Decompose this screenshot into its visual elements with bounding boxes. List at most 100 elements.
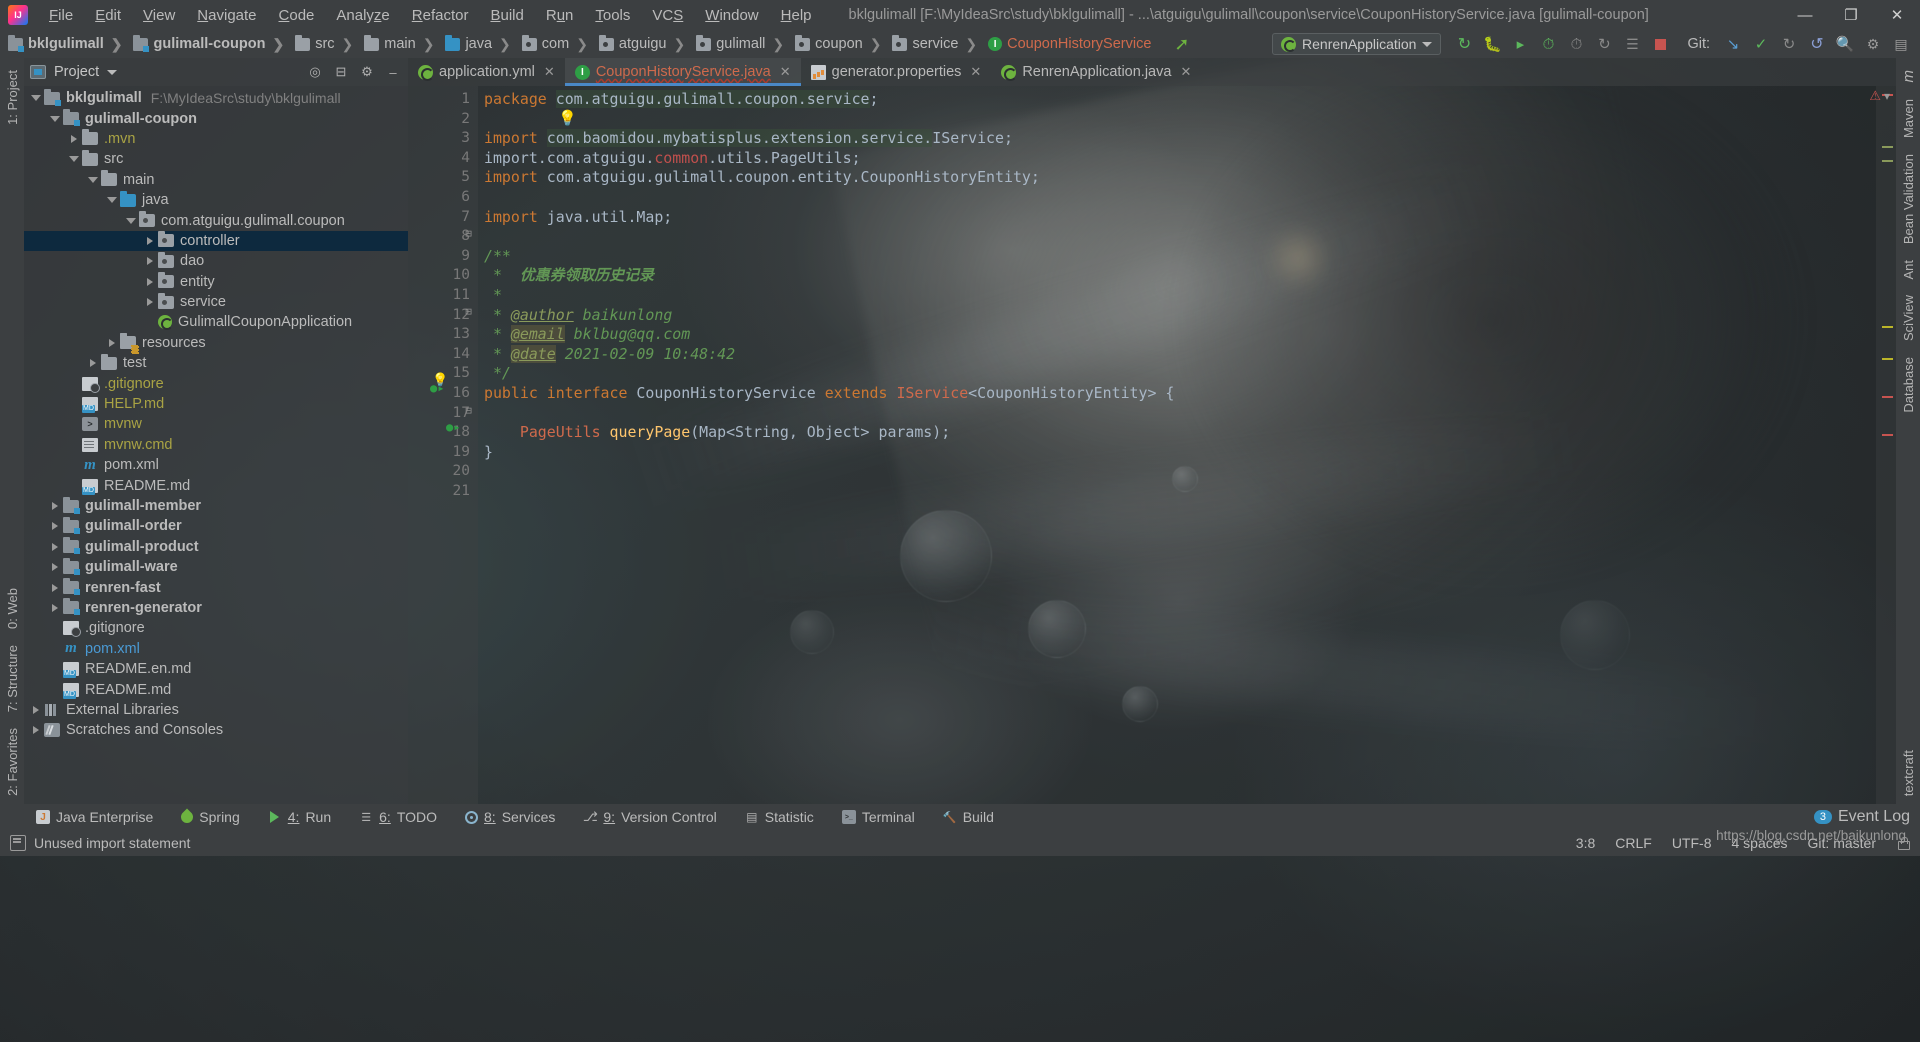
- warning-marker[interactable]: [1882, 160, 1893, 162]
- chevron-right-icon[interactable]: [28, 705, 44, 714]
- tree-item-pom-xml[interactable]: pom.xml: [24, 455, 408, 475]
- chevron-right-icon[interactable]: [142, 236, 158, 245]
- tree-item-test[interactable]: test: [24, 353, 408, 373]
- editor-tab-couponhistoryservice-java[interactable]: CouponHistoryService.java ✕: [564, 58, 801, 86]
- tree-item-renren-generator[interactable]: renren-generator: [24, 598, 408, 618]
- implementation-marker-icon[interactable]: ●▸: [430, 381, 444, 395]
- profiler-icon[interactable]: ⏱: [1535, 32, 1561, 56]
- tool-button-bean-validation[interactable]: Bean Validation: [1901, 146, 1916, 252]
- run-with-coverage-icon[interactable]: ▸: [1507, 32, 1533, 56]
- tree-item-gulimall-coupon[interactable]: gulimall-coupon: [24, 108, 408, 128]
- undo-icon[interactable]: ↺: [1804, 32, 1830, 56]
- bottom-tab-services[interactable]: 8: Services: [451, 804, 569, 830]
- chevron-right-icon[interactable]: [142, 298, 158, 307]
- update-project-icon[interactable]: ↻: [1591, 32, 1617, 56]
- caret-position[interactable]: 3:8: [1576, 835, 1595, 851]
- menu-edit[interactable]: Edit: [84, 3, 132, 28]
- chevron-right-icon[interactable]: [47, 502, 63, 510]
- chevron-right-icon[interactable]: [104, 338, 120, 347]
- bottom-tab-spring[interactable]: Spring: [167, 804, 253, 830]
- project-structure-icon[interactable]: ▤: [1888, 32, 1914, 56]
- stop-icon[interactable]: [1647, 32, 1673, 56]
- chevron-right-icon[interactable]: [47, 522, 63, 531]
- menu-build[interactable]: Build: [479, 3, 534, 28]
- tree-item-help-md[interactable]: HELP.md: [24, 394, 408, 414]
- menu-window[interactable]: Window: [694, 3, 769, 28]
- warning-marker[interactable]: [1882, 146, 1893, 148]
- menu-tools[interactable]: Tools: [584, 3, 641, 28]
- tree-item-readme-md[interactable]: README.md: [24, 679, 408, 699]
- tool-button-maven-icon[interactable]: m: [1900, 62, 1917, 91]
- tree-item-renren-fast[interactable]: renren-fast: [24, 577, 408, 597]
- close-icon[interactable]: ✕: [1180, 64, 1191, 80]
- tree-item-mvn[interactable]: .mvn: [24, 129, 408, 149]
- bottom-tab-terminal[interactable]: Terminal: [828, 804, 929, 830]
- editor-gutter[interactable]: 1 2 3 4 5 6 7 8 9 10 11 12 13 14 15 16 17 18 19 20 21 ⊟ ⊟ ⊟ 💡 ●▸ ●…: [408, 86, 478, 804]
- event-log-button[interactable]: Event Log: [1838, 808, 1910, 826]
- chevron-down-icon[interactable]: [47, 115, 63, 122]
- maximize-button[interactable]: ❐: [1828, 0, 1874, 30]
- tree-item-gulimallcouponapplication[interactable]: GulimallCouponApplication: [24, 312, 408, 332]
- tool-button-ant[interactable]: Ant: [1901, 252, 1916, 288]
- tree-item-gitignore[interactable]: .gitignore: [24, 373, 408, 393]
- bottom-tab-statistic[interactable]: Statistic: [731, 804, 828, 830]
- menu-refactor[interactable]: Refactor: [401, 3, 480, 28]
- bottom-tab-version-control[interactable]: 9: Version Control: [569, 804, 730, 830]
- tree-item-readme-md[interactable]: README.md: [24, 475, 408, 495]
- error-marker[interactable]: [1882, 434, 1893, 436]
- chevron-down-icon[interactable]: [66, 156, 82, 163]
- breadcrumb-java[interactable]: java ❯: [441, 34, 517, 55]
- tree-item-external-libraries[interactable]: External Libraries: [24, 700, 408, 720]
- attach-process-icon[interactable]: ⏱: [1563, 32, 1589, 56]
- settings-icon[interactable]: ⚙: [1860, 32, 1886, 56]
- bottom-tab-run[interactable]: 4: Run: [254, 804, 345, 830]
- breadcrumb-main[interactable]: main ❯: [360, 34, 441, 55]
- tool-button-favorites[interactable]: 2: Favorites: [5, 720, 20, 804]
- run-configuration-selector[interactable]: RenrenApplication: [1272, 33, 1442, 55]
- chevron-right-icon[interactable]: [47, 563, 63, 572]
- menu-analyze[interactable]: Analyze: [325, 3, 400, 28]
- breadcrumb-src[interactable]: src ❯: [291, 34, 360, 55]
- editor-tab-application-yml[interactable]: application.yml ✕: [408, 58, 565, 86]
- minimize-button[interactable]: —: [1782, 0, 1828, 30]
- editor-marker-strip[interactable]: [1876, 86, 1896, 804]
- breadcrumb-service[interactable]: service ❯: [888, 34, 984, 55]
- tree-item-controller[interactable]: controller: [24, 230, 408, 252]
- chevron-down-icon[interactable]: [107, 69, 118, 75]
- menu-code[interactable]: Code: [268, 3, 326, 28]
- tree-item-mvnw[interactable]: mvnw: [24, 414, 408, 434]
- close-button[interactable]: ✕: [1874, 0, 1920, 30]
- tree-item-gitignore[interactable]: .gitignore: [24, 618, 408, 638]
- locate-icon[interactable]: ◎: [306, 63, 324, 81]
- fold-icon[interactable]: ⊟: [463, 227, 474, 240]
- vcs-update-icon[interactable]: ↘: [1720, 32, 1746, 56]
- chevron-right-icon[interactable]: [142, 257, 158, 266]
- menu-file[interactable]: FFileile: [38, 3, 84, 28]
- chevron-right-icon[interactable]: [47, 542, 63, 551]
- hide-icon[interactable]: –: [384, 63, 402, 81]
- editor-tab-generator-properties[interactable]: generator.properties ✕: [801, 58, 992, 86]
- tool-button-structure[interactable]: 7: Structure: [5, 637, 20, 720]
- tree-item-scratches-and-consoles[interactable]: Scratches and Consoles: [24, 720, 408, 740]
- error-marker[interactable]: [1882, 396, 1893, 398]
- tree-item-gulimall-order[interactable]: gulimall-order: [24, 516, 408, 536]
- tree-item-gulimall-product[interactable]: gulimall-product: [24, 537, 408, 557]
- menu-navigate[interactable]: Navigate: [186, 3, 267, 28]
- todo-marker[interactable]: [1882, 326, 1893, 328]
- breadcrumb-atguigu[interactable]: atguigu ❯: [595, 34, 692, 55]
- debug-icon[interactable]: 🐛: [1479, 32, 1505, 56]
- settings-icon[interactable]: ⚙: [358, 63, 376, 81]
- rerun-icon[interactable]: ↻: [1451, 32, 1477, 56]
- close-icon[interactable]: ✕: [544, 64, 555, 80]
- vcs-commit-icon[interactable]: ✓: [1748, 32, 1774, 56]
- tree-item-pom-xml[interactable]: pom.xml: [24, 639, 408, 659]
- tree-item-main[interactable]: main: [24, 170, 408, 190]
- tree-item-resources[interactable]: resources: [24, 333, 408, 353]
- tree-item-dao[interactable]: dao: [24, 251, 408, 271]
- bottom-tab-java-enterprise[interactable]: Java Enterprise: [22, 804, 167, 830]
- tool-button-web[interactable]: 0: Web: [5, 580, 20, 637]
- menu-run[interactable]: Run: [535, 3, 585, 28]
- breadcrumb-com[interactable]: com ❯: [518, 34, 595, 55]
- collapse-all-icon[interactable]: ⊟: [332, 63, 350, 81]
- todo-marker[interactable]: [1882, 358, 1893, 360]
